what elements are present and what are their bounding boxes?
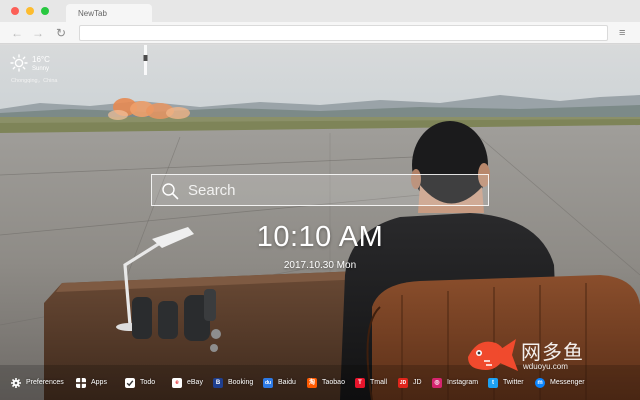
checkbox-icon xyxy=(125,378,135,388)
twitter-icon: t xyxy=(488,378,498,388)
address-bar[interactable] xyxy=(79,25,608,41)
apps-label: Apps xyxy=(91,379,107,386)
weather-widget[interactable]: 16°C Sunny Chongqing，China xyxy=(10,54,70,84)
shortcut-label: Messenger xyxy=(550,379,585,386)
gear-icon xyxy=(11,378,21,388)
watermark-text: 网多鱼 xyxy=(521,342,584,364)
back-arrow-icon[interactable]: ← xyxy=(11,26,23,40)
search-box[interactable] xyxy=(151,174,489,206)
shortcut-label: eBay xyxy=(187,379,203,386)
booking-icon: B xyxy=(213,378,223,388)
taobao-icon: 淘 xyxy=(307,378,317,388)
weather-condition: Sunny xyxy=(32,66,50,72)
forward-arrow-icon[interactable]: → xyxy=(32,26,44,40)
clock-date: 2017.10.30 Mon xyxy=(283,260,357,271)
sun-icon xyxy=(10,54,28,72)
tmall-icon: T xyxy=(355,378,365,388)
site-watermark: 网多鱼 wduoyu.com xyxy=(460,331,620,381)
baidu-icon: du xyxy=(263,378,273,388)
tab-title: NewTab xyxy=(78,9,107,18)
maximize-window-button[interactable] xyxy=(41,7,49,15)
close-window-button[interactable] xyxy=(11,7,19,15)
minimize-window-button[interactable] xyxy=(26,7,34,15)
newtab-page: 16°C Sunny Chongqing，China 10:10 AM 2017… xyxy=(0,45,640,400)
preferences-label: Preferences xyxy=(26,379,64,386)
search-icon xyxy=(162,183,179,200)
weather-temperature: 16°C xyxy=(32,55,50,64)
shortcut-label: Booking xyxy=(228,379,254,386)
todo-label: Todo xyxy=(140,379,156,386)
browser-toolbar: ← → ↻ ≡ xyxy=(0,22,640,44)
shortcut-label: JD xyxy=(413,379,422,386)
shortcut-label: Twitter xyxy=(503,379,524,386)
search-input[interactable] xyxy=(188,179,478,201)
goldfish-logo xyxy=(468,339,518,371)
browser-tab[interactable]: NewTab xyxy=(66,4,152,22)
instagram-icon: ◎ xyxy=(432,378,442,388)
jd-icon: JD xyxy=(398,378,408,388)
reload-icon[interactable]: ↻ xyxy=(56,26,66,40)
window-titlebar: NewTab xyxy=(0,0,640,22)
bottom-bar: Preferences Apps Todo e eBay B Booking d… xyxy=(0,375,640,393)
watermark-url: wduoyu.com xyxy=(523,362,568,371)
messenger-icon: m xyxy=(535,378,545,388)
apps-grid-icon xyxy=(76,378,86,388)
ebay-icon: e xyxy=(172,378,182,388)
shortcut-label: Instagram xyxy=(447,379,479,386)
shortcut-label: Tmall xyxy=(370,379,388,386)
browser-menu-icon[interactable]: ≡ xyxy=(619,26,625,40)
weather-location: Chongqing，China xyxy=(11,78,58,84)
clock-time: 10:10 AM xyxy=(256,221,384,253)
shortcut-label: Baidu xyxy=(278,379,296,386)
shortcut-label: Taobao xyxy=(322,379,345,386)
